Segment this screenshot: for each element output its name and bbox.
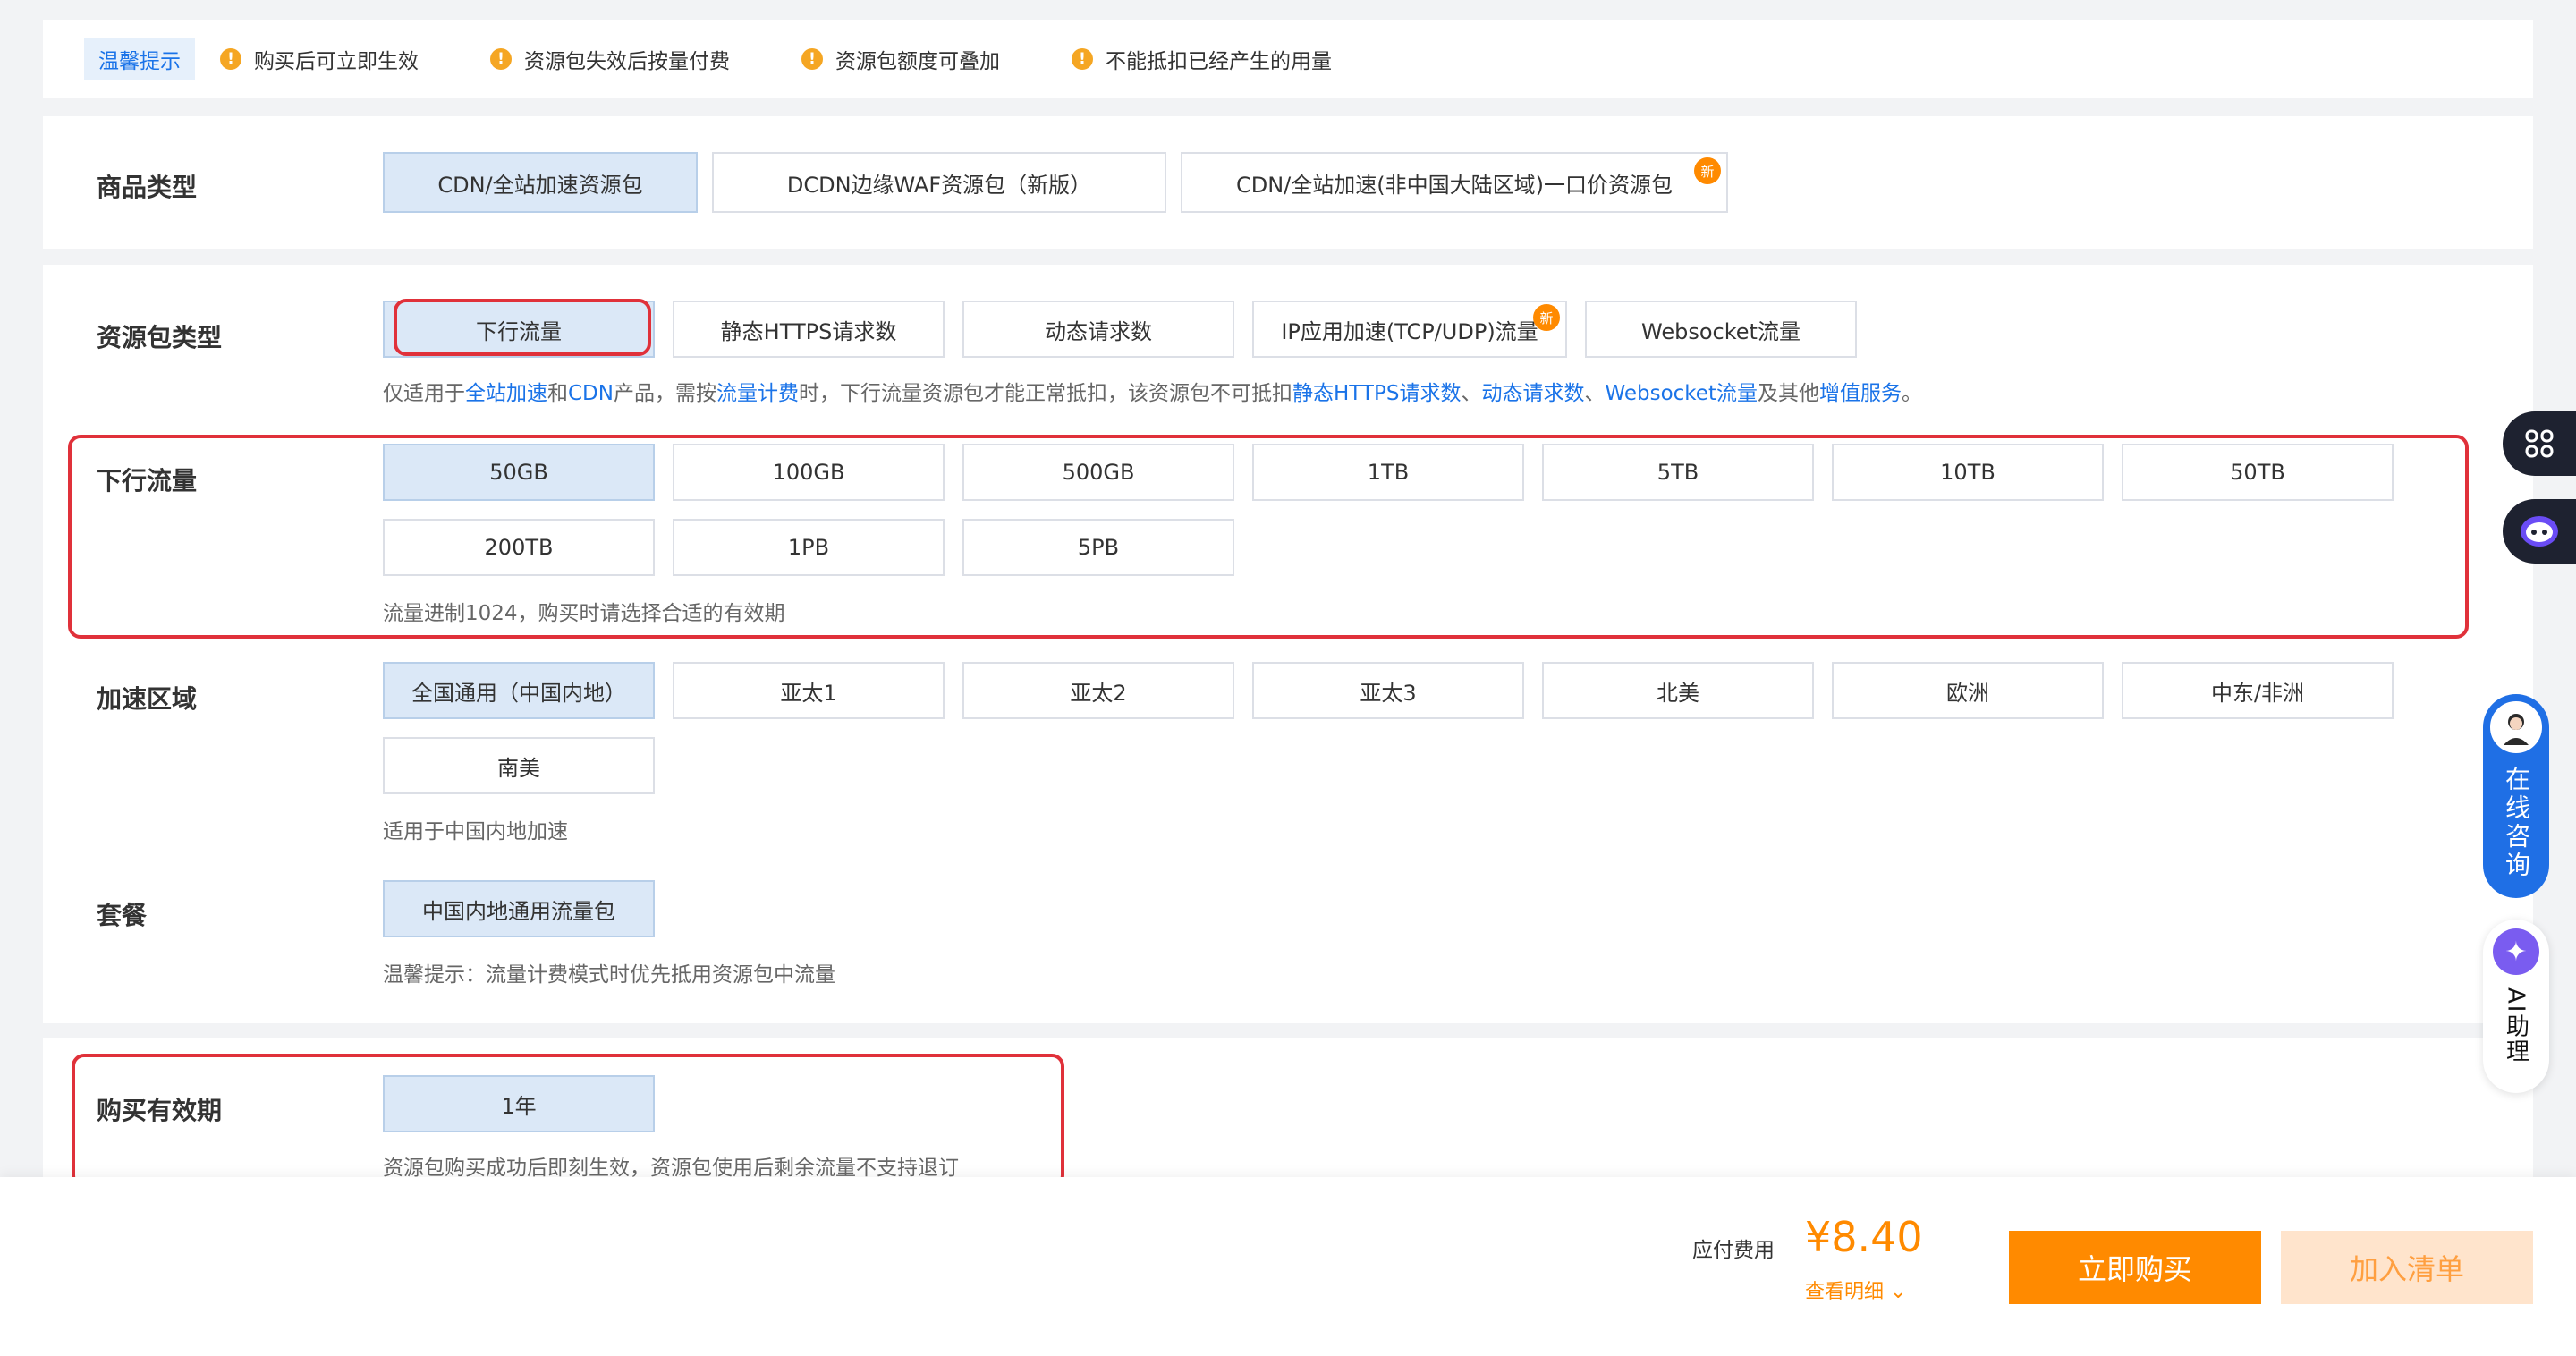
tips-bar: 温馨提示 ! 购买后可立即生效 ! 资源包失效后按量付费 ! 资源包额度可叠加 ! 不能… bbox=[43, 20, 2533, 98]
highlight-box bbox=[68, 435, 2469, 639]
warning-icon: ! bbox=[1072, 48, 1093, 70]
region-option[interactable]: 亚太1 bbox=[673, 662, 945, 719]
package-option-websocket[interactable]: Websocket流量 bbox=[1585, 301, 1857, 358]
agent-avatar-icon bbox=[2490, 701, 2542, 753]
checkout-bar: 应付费用 ¥8.40 查看明细 ⌄ 立即购买 加入清单 bbox=[0, 1177, 2576, 1356]
region-option[interactable]: 亚太2 bbox=[962, 662, 1234, 719]
buy-now-button[interactable]: 立即购买 bbox=[2009, 1231, 2261, 1304]
package-type-desc: 仅适用于全站加速和CDN产品，需按流量计费时，下行流量资源包才能正常抵扣，该资源… bbox=[383, 382, 1922, 405]
ai-sparkle-icon: ✦ bbox=[2493, 928, 2539, 975]
view-detail-link[interactable]: 查看明细 ⌄ bbox=[1805, 1275, 1906, 1304]
new-badge: 新 bbox=[1694, 157, 1721, 184]
region-option[interactable]: 亚太3 bbox=[1252, 662, 1524, 719]
product-option-dcdn-waf[interactable]: DCDN边缘WAF资源包（新版） bbox=[712, 152, 1166, 213]
region-label: 加速区域 bbox=[97, 684, 198, 714]
package-option-dynamic[interactable]: 动态请求数 bbox=[962, 301, 1234, 358]
highlight-box bbox=[394, 299, 651, 356]
region-option[interactable]: 南美 bbox=[383, 737, 655, 794]
link-websocket[interactable]: Websocket流量 bbox=[1605, 382, 1758, 405]
add-to-cart-button[interactable]: 加入清单 bbox=[2281, 1231, 2533, 1304]
link-dcdn[interactable]: 全站加速 bbox=[465, 382, 547, 405]
product-option-cdn-overseas[interactable]: CDN/全站加速(非中国大陆区域)一口价资源包 bbox=[1181, 152, 1728, 213]
link-traffic-billing[interactable]: 流量计费 bbox=[716, 382, 799, 405]
product-type-section: 商品类型 CDN/全站加速资源包 DCDN边缘WAF资源包（新版） CDN/全站… bbox=[43, 116, 2533, 249]
region-option[interactable]: 全国通用（中国内地） bbox=[383, 662, 655, 719]
region-desc: 适用于中国内地加速 bbox=[383, 820, 568, 843]
package-option-https[interactable]: 静态HTTPS请求数 bbox=[673, 301, 945, 358]
tip-item: ! 购买后可立即生效 bbox=[220, 44, 419, 74]
grid-icon bbox=[2525, 429, 2554, 458]
plan-label: 套餐 bbox=[97, 901, 148, 930]
region-option[interactable]: 欧洲 bbox=[1832, 662, 2104, 719]
package-option-ip-accel[interactable]: IP应用加速(TCP/UDP)流量 bbox=[1252, 301, 1567, 358]
fee-label: 应付费用 bbox=[1692, 1239, 1775, 1262]
apps-grid-button[interactable] bbox=[2503, 411, 2576, 476]
tip-item: ! 资源包额度可叠加 bbox=[801, 44, 1000, 74]
robot-assistant-button[interactable] bbox=[2503, 499, 2576, 564]
robot-icon bbox=[2521, 516, 2558, 547]
link-https-requests[interactable]: 静态HTTPS请求数 bbox=[1292, 382, 1461, 405]
consult-label: 在线咨询 bbox=[2502, 766, 2531, 880]
plan-option[interactable]: 中国内地通用流量包 bbox=[383, 880, 655, 937]
new-badge: 新 bbox=[1533, 304, 1560, 331]
chevron-down-icon: ⌄ bbox=[1890, 1281, 1907, 1303]
online-consult-button[interactable]: 在线咨询 bbox=[2483, 694, 2549, 898]
plan-desc: 温馨提示：流量计费模式时优先抵用资源包中流量 bbox=[383, 963, 835, 987]
tip-item: ! 资源包失效后按量付费 bbox=[490, 44, 730, 74]
warning-icon: ! bbox=[490, 48, 512, 70]
ai-assistant-button[interactable]: ✦ AI助理 bbox=[2483, 920, 2549, 1093]
link-dynamic-requests[interactable]: 动态请求数 bbox=[1481, 382, 1584, 405]
product-type-label: 商品类型 bbox=[97, 173, 198, 202]
tips-badge: 温馨提示 bbox=[84, 38, 195, 80]
package-type-label: 资源包类型 bbox=[97, 323, 223, 352]
config-section: 资源包类型 下行流量 静态HTTPS请求数 动态请求数 IP应用加速(TCP/U… bbox=[43, 265, 2533, 1023]
price: ¥8.40 bbox=[1805, 1213, 1923, 1261]
product-option-cdn[interactable]: CDN/全站加速资源包 bbox=[383, 152, 698, 213]
warning-icon: ! bbox=[801, 48, 823, 70]
warning-icon: ! bbox=[220, 48, 242, 70]
product-option-label: CDN/全站加速(非中国大陆区域)一口价资源包 bbox=[1235, 172, 1673, 198]
link-value-added[interactable]: 增值服务 bbox=[1819, 382, 1902, 405]
tip-item: ! 不能抵扣已经产生的用量 bbox=[1072, 44, 1332, 74]
region-option[interactable]: 北美 bbox=[1542, 662, 1814, 719]
link-cdn[interactable]: CDN bbox=[568, 382, 614, 405]
highlight-box bbox=[72, 1054, 1064, 1188]
ai-label: AI助理 bbox=[2502, 987, 2529, 1064]
region-option[interactable]: 中东/非洲 bbox=[2122, 662, 2394, 719]
